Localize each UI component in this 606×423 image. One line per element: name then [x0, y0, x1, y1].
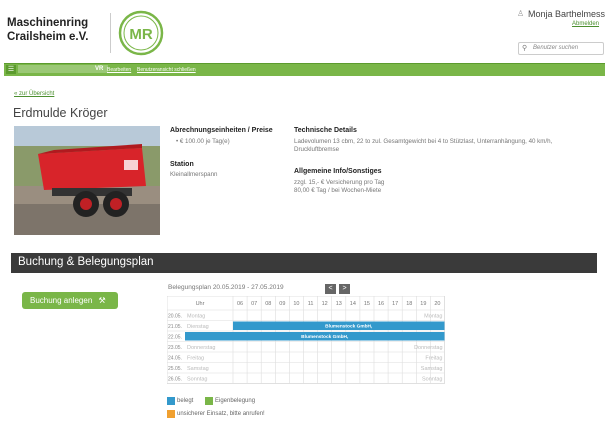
hour-label: 20 [434, 301, 440, 307]
tractor-icon: ⚒ [98, 296, 106, 305]
day-name-right: Freitag [425, 356, 442, 362]
hour-label: 07 [251, 301, 257, 307]
day-name-left: Donnerstag [187, 345, 215, 351]
legend-occupied-swatch [167, 397, 175, 405]
mr-logo[interactable]: MR [118, 10, 164, 61]
day-name-left: Freitag [187, 356, 204, 362]
hour-label: 06 [237, 301, 243, 307]
tech-heading: Technische Details [294, 127, 357, 134]
header-divider [110, 13, 111, 53]
back-to-overview-link[interactable]: « zur Übersicht [14, 91, 54, 97]
hour-label: 11 [308, 301, 314, 307]
day-name-right: Montag [424, 314, 442, 320]
next-week-button[interactable]: > [339, 284, 350, 294]
info-line1: zzgl. 15,- € Versicherung pro Tag [294, 179, 385, 186]
day-date: 23.05. [168, 345, 182, 351]
day-date: 26.05. [168, 377, 182, 383]
station-value: Kleinallmerspann [170, 171, 218, 178]
plan-title: Belegungsplan 20.05.2019 - 27.05.2019 [168, 284, 284, 291]
hour-label: 15 [364, 301, 370, 307]
day-date: 20.05. [168, 314, 182, 320]
search-input[interactable]: Benutzer suchen [518, 42, 604, 55]
billing-value: • € 100.00 je Tag(e) [176, 138, 230, 145]
page-title: Erdmulde Kröger [13, 106, 108, 120]
hour-label: 13 [336, 301, 342, 307]
hour-header: Uhr [196, 301, 205, 307]
booking-label: Blumenstock GmbH, [301, 334, 349, 340]
day-date: 22.05. [168, 335, 182, 341]
hour-label: 19 [420, 301, 426, 307]
day-name-left: Samstag [187, 366, 209, 372]
brand-name: Maschinenring Crailsheim e.V. [7, 16, 88, 44]
legend-uncertain-label: unsicherer Einsatz, bitte anrufen! [177, 411, 265, 417]
day-date: 25.05. [168, 366, 182, 372]
info-line2: 80,00 € Tag / bei Wochen-Miete [294, 187, 382, 194]
create-booking-button[interactable]: Buchung anlegen ⚒ [22, 292, 118, 309]
day-name-right: Sonntag [422, 377, 443, 383]
brand-line1: Maschinenring [7, 17, 89, 29]
day-date: 21.05. [168, 324, 182, 330]
user-name: Monja Barthelmess [528, 9, 606, 19]
create-booking-label: Buchung anlegen [30, 296, 93, 305]
nav-section-label: VR [95, 66, 104, 72]
legend-own-swatch [205, 397, 213, 405]
legend-occupied-label: belegt [177, 398, 194, 404]
day-name-right: Samstag [421, 366, 443, 372]
day-name-left: Dienstag [187, 324, 209, 330]
info-heading: Allgemeine Info/Sonstiges [294, 168, 382, 175]
occupancy-calendar: Uhr 06 07 08 09 10 11 12 13 14 15 16 17 18 19 20 20.05. M… [167, 296, 445, 384]
prev-week-button[interactable]: < [325, 284, 336, 294]
logo-text: MR [129, 26, 152, 43]
brand-line2: Crailsheim e.V. [7, 31, 89, 43]
day-date: 24.05. [168, 356, 182, 362]
station-heading: Station [170, 161, 194, 168]
day-name-right: Donnerstag [414, 345, 442, 351]
day-name-left: Sonntag [187, 377, 208, 383]
tech-line2: Druckluftbremse [294, 146, 340, 153]
close-user-view-link[interactable]: Benutzeransicht schließen [137, 67, 196, 73]
machine-photo [14, 126, 160, 235]
hour-label: 09 [279, 301, 285, 307]
edit-link[interactable]: Bearbeiten [107, 67, 131, 73]
user-icon: ♙ [517, 9, 525, 18]
hour-label: 16 [378, 301, 384, 307]
booking-label: Blumenstock GmbH, [325, 324, 373, 330]
day-name-left: Montag [187, 314, 205, 320]
menu-icon[interactable]: ☰ [6, 65, 16, 74]
hour-label: 12 [322, 301, 328, 307]
legend-own-label: Eigenbelegung [215, 398, 256, 404]
hour-label: 18 [406, 301, 412, 307]
hour-label: 14 [350, 301, 356, 307]
billing-heading: Abrechnungseinheiten / Preise [170, 127, 273, 134]
hour-label: 17 [392, 301, 398, 307]
logout-link[interactable]: Abmelden [572, 21, 599, 27]
hour-label: 08 [265, 301, 271, 307]
search-icon: ⚲ [522, 45, 528, 52]
section-header: Buchung & Belegungsplan [11, 253, 597, 273]
tech-line1: Ladevolumen 13 cbm, 22 to zul. Gesamtgew… [294, 138, 553, 145]
hour-label: 10 [293, 301, 299, 307]
legend-uncertain-swatch [167, 410, 175, 418]
